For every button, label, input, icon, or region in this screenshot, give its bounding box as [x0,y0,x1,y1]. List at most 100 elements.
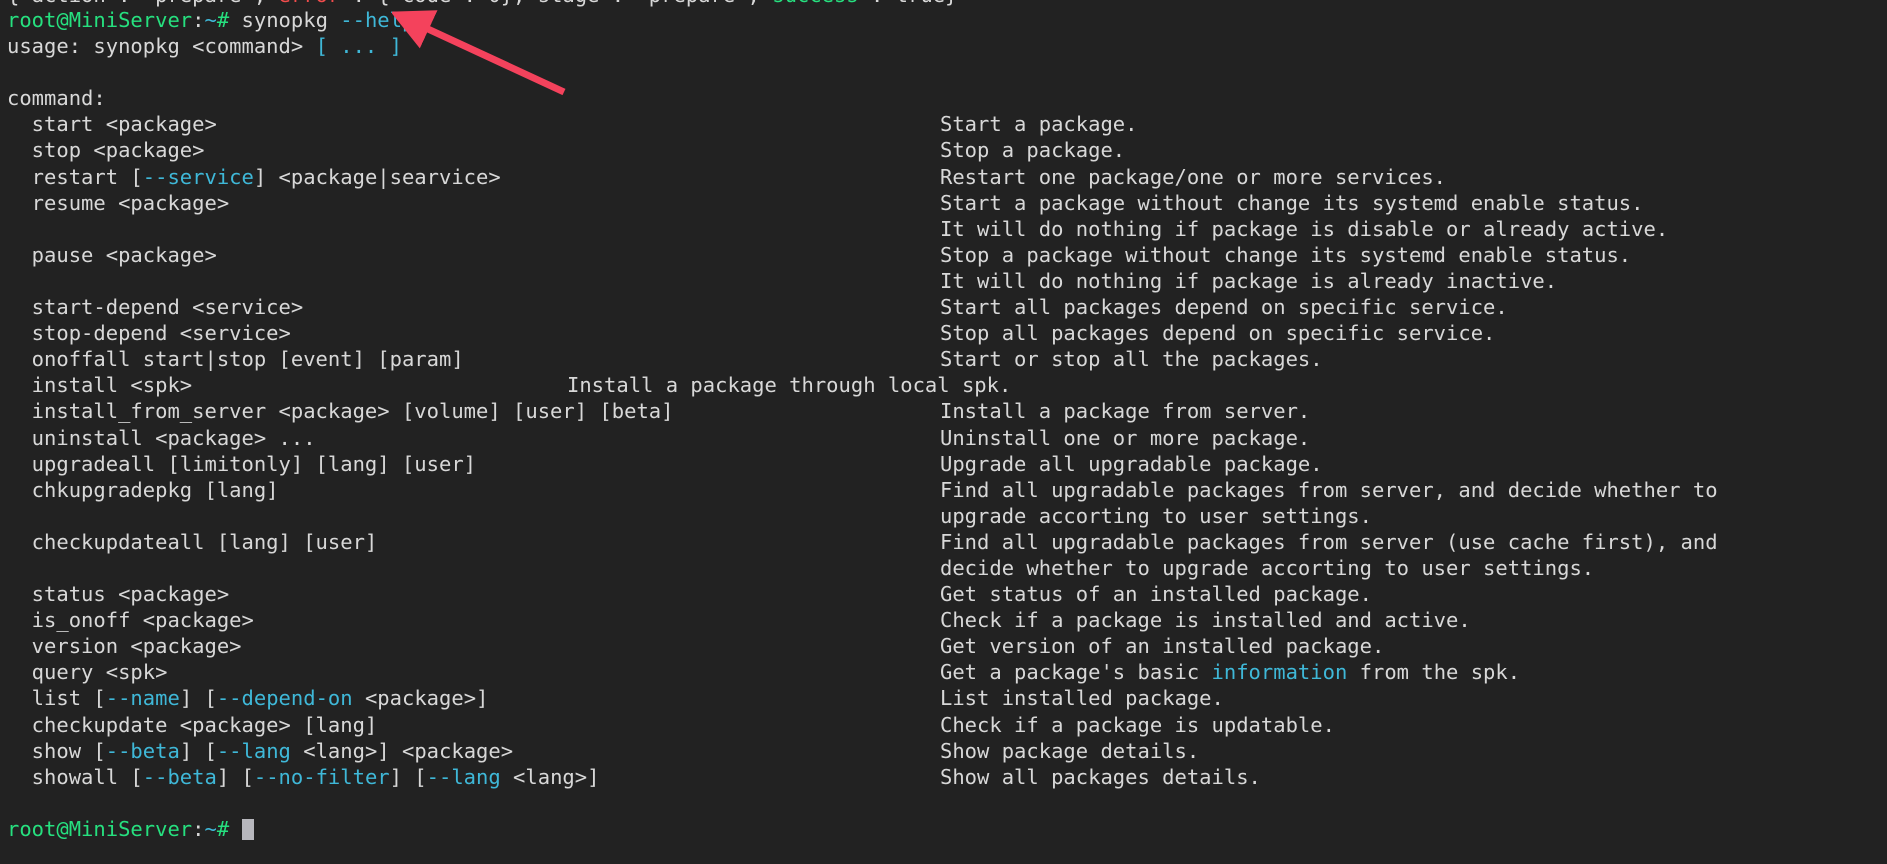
command-syntax-segment: list [ [7,686,106,711]
command-row: upgradeall [limitonly] [lang] [user] Upgr… [7,451,1887,477]
command-syntax-segment: <package>] [352,686,489,711]
command-syntax-segment: show [ [7,738,106,763]
command-syntax-segment: status <package> [7,582,230,607]
command-row: version <package> Get version of an insta… [7,633,1887,659]
typed-command-flag: --help [340,8,415,32]
command-row: install_from_server <package> [volume] [… [7,398,1887,424]
command-description: Stop a package. [940,138,1126,163]
terminal-scrollback: { action : "prepare", error : { code : 0… [7,0,1887,842]
command-syntax-segment: restart [ [7,164,143,189]
command-syntax: start <package> [7,111,940,137]
command-description: Check if a package is updatable. [940,712,1335,737]
command-description-segment: from the spk. [1347,660,1521,685]
command-syntax: query <spk> [7,659,940,685]
command-syntax: upgradeall [limitonly] [lang] [user] [7,451,940,477]
command-syntax-segment: start-depend <service> [7,295,304,320]
command-row: start <package> Start a package. [7,111,1887,137]
command-syntax: is_onoff <package> [7,607,940,633]
command-syntax: install <spk> [7,372,567,398]
usage-prefix: usage: synopkg <command> [7,34,316,59]
command-syntax-segment: upgradeall [limitonly] [lang] [user] [7,451,476,476]
command-row: pause <package> Stop a package without ch… [7,242,1887,268]
command-syntax-segment: chkupgradepkg [lang] [7,477,279,502]
command-description: Start all packages depend on specific se… [940,295,1508,320]
command-syntax-segment: start <package> [7,112,217,137]
command-row: restart [--service] <package|searvice> Re… [7,164,1887,190]
command-syntax: start-depend <service> [7,294,940,320]
clipped-segment: : { code : 0}, stage : "prepare", [340,0,772,7]
command-row: onoffall start|stop [event] [param] Start… [7,346,1887,372]
command-syntax-segment: --beta [142,764,217,789]
command-list: start <package> Start a package. stop <pa… [7,111,1887,789]
command-description: Get status of an installed package. [940,582,1372,607]
command-syntax: restart [--service] <package|searvice> [7,164,940,190]
command-syntax: resume <package> [7,190,940,216]
command-syntax-segment: pause <package> [7,242,217,267]
command-row: showall [--beta] [--no-filter] [--lang <… [7,764,1887,790]
command-row: resume <package> Start a package without … [7,190,1887,216]
command-description: Start or stop all the packages. [940,347,1323,372]
command-syntax: chkupgradepkg [lang] [7,477,940,503]
final-prompt-line[interactable]: root@MiniServer:~# [7,816,1887,842]
command-description: Upgrade all upgradable package. [940,451,1323,476]
command-syntax-segment: install_from_server <package> [volume] [… [7,399,674,424]
command-syntax: show [--beta] [--lang <lang>] <package> [7,738,940,764]
command-row: is_onoff <package> Check if a package is … [7,607,1887,633]
command-syntax-segment: is_onoff <package> [7,608,254,633]
command-description: Find all upgradable packages from server… [940,529,1718,554]
command-description: Check if a package is installed and acti… [940,608,1471,633]
command-syntax-segment: uninstall <package> ... [7,425,316,450]
clipped-segment: error [279,0,341,7]
command-syntax-segment: --name [105,686,180,711]
prompt-separator: : [192,8,205,32]
command-syntax: status <package> [7,581,940,607]
command-syntax: install_from_server <package> [volume] [… [7,398,940,424]
command-description: Install a package from server. [940,399,1311,424]
command-syntax [7,216,940,242]
command-syntax-segment: --depend-on [216,686,353,711]
command-row: upgrade accorting to user settings. [7,503,1887,529]
prompt-symbol: # [216,816,230,841]
command-syntax: checkupdate <package> [lang] [7,712,940,738]
command-description: Restart one package/one or more services… [940,164,1447,189]
command-prompt-line[interactable]: root@MiniServer:~# synopkg --help [7,7,1887,33]
clipped-segment: : true} [859,0,957,7]
command-row: show [--beta] [--lang <lang>] <package> S… [7,738,1887,764]
usage-line: usage: synopkg <command> [ ... ] [7,33,1887,59]
prompt-separator: : [192,816,205,841]
command-description: It will do nothing if package is disable… [940,216,1669,241]
command-description: Show all packages details. [940,764,1261,789]
command-row: install <spk> Install a package through l… [7,372,1887,398]
command-syntax-segment: --lang [426,764,501,789]
command-description: List installed package. [940,686,1224,711]
command-description: Uninstall one or more package. [940,425,1311,450]
command-syntax-segment: --lang [216,738,291,763]
clipped-segment: success [772,0,858,7]
command-row: chkupgradepkg [lang] Find all upgradable … [7,477,1887,503]
command-row: query <spk> Get a package's basic informa… [7,659,1887,685]
command-syntax-segment: --service [142,164,254,189]
clipped-previous-output-line: { action : "prepare", error : { code : 0… [7,0,1887,7]
command-description: Get version of an installed package. [940,634,1385,659]
command-description: Start a package. [940,112,1138,137]
command-description: Get a package's basic information from t… [940,659,1887,685]
command-description: Stop all packages depend on specific ser… [940,321,1496,346]
command-description: It will do nothing if package is already… [940,268,1558,293]
command-syntax-segment: ] [ [179,738,217,763]
command-syntax: showall [--beta] [--no-filter] [--lang <… [7,764,940,790]
command-syntax-segment: onoffall start|stop [event] [param] [7,347,464,372]
prompt-path: ~ [204,816,217,841]
command-syntax-segment: ] [ [179,686,217,711]
command-syntax [7,503,940,529]
command-row: stop-depend <service> Stop all packages d… [7,320,1887,346]
prompt-symbol: # [216,8,230,32]
command-description-segment: Get a package's basic [940,660,1212,685]
command-description: Show package details. [940,738,1200,763]
terminal-window[interactable]: { action : "prepare", error : { code : 0… [0,0,1887,864]
command-syntax-segment: query <spk> [7,660,168,685]
command-description: Install a package through local spk. [567,373,1012,398]
command-description: upgrade accorting to user settings. [940,503,1372,528]
command-row: uninstall <package> ... Uninstall one or … [7,425,1887,451]
